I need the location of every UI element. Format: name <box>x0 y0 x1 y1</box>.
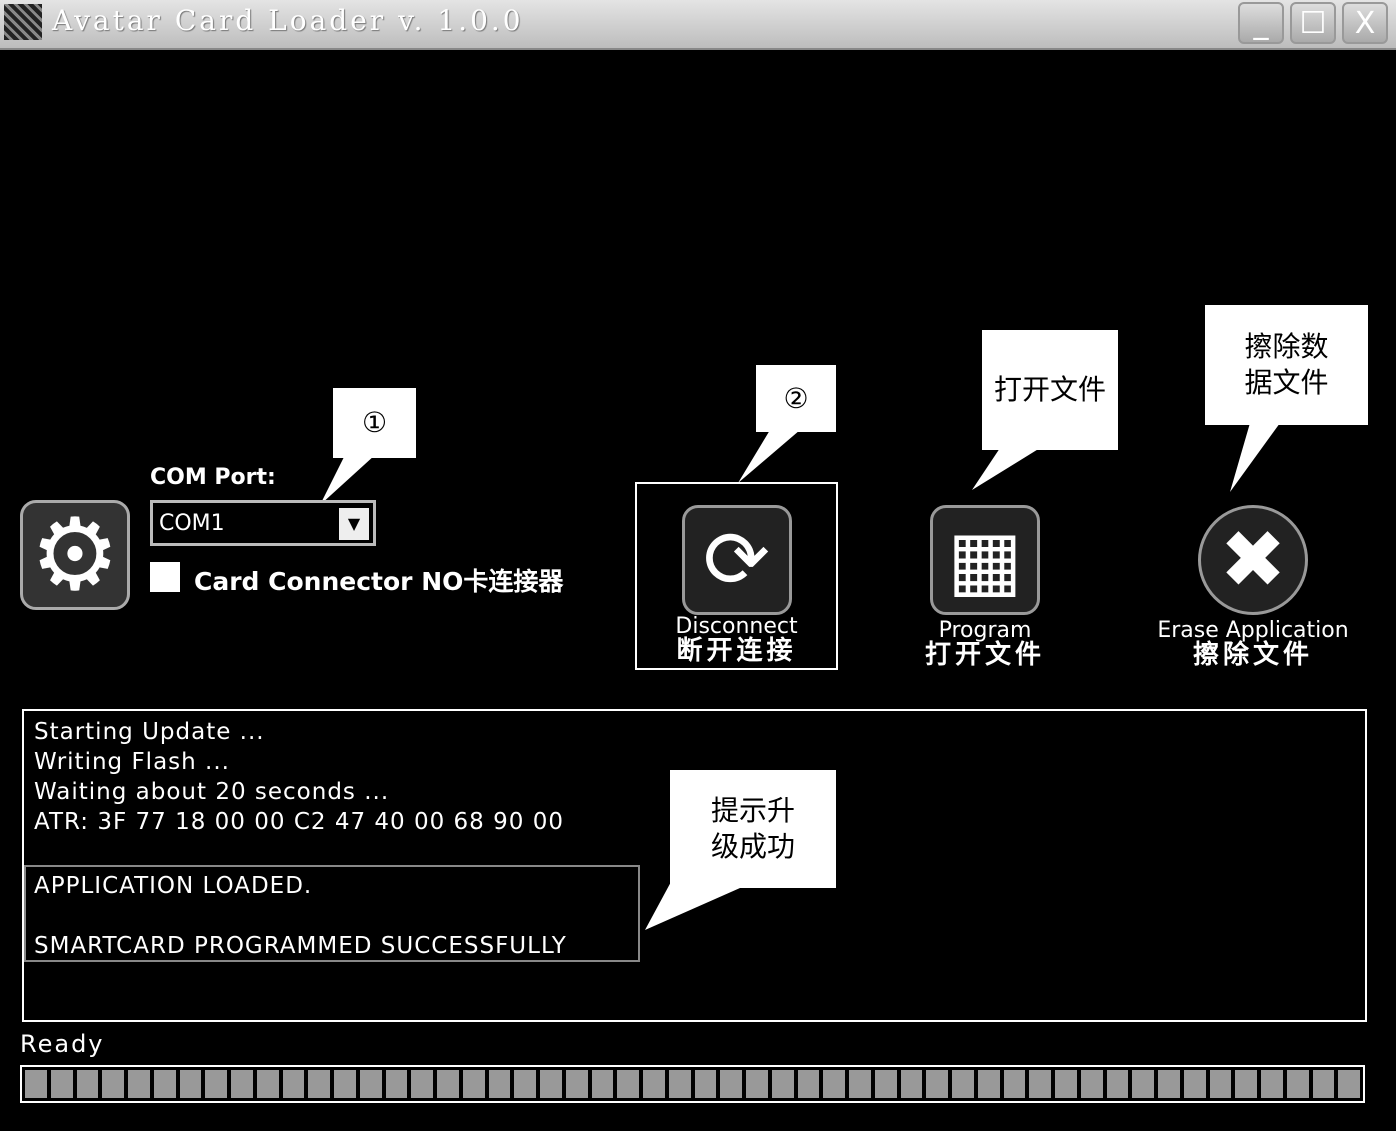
callout-2: ② <box>756 365 836 432</box>
progress-segment <box>256 1070 279 1098</box>
progress-segment <box>1286 1070 1309 1098</box>
progress-segment <box>591 1070 614 1098</box>
progress-segment <box>977 1070 1000 1098</box>
progress-segment <box>1158 1070 1180 1098</box>
progress-segment <box>359 1070 382 1098</box>
progress-segment <box>282 1070 305 1098</box>
progress-segment <box>900 1070 923 1098</box>
progress-segment <box>462 1070 485 1098</box>
disconnect-caption: Disconnect 断开连接 <box>675 614 798 666</box>
progress-segment <box>720 1070 742 1098</box>
progress-segment <box>179 1070 202 1098</box>
progress-segment <box>205 1070 227 1098</box>
com-port-select[interactable]: COM1 ▼ <box>150 500 376 546</box>
callout-1: ① <box>333 388 416 458</box>
progress-segment <box>102 1070 124 1098</box>
progress-segment <box>694 1070 717 1098</box>
progress-segment <box>643 1070 665 1098</box>
progress-segment <box>514 1070 536 1098</box>
progress-segment <box>540 1070 562 1098</box>
progress-segment <box>411 1070 433 1098</box>
progress-segment <box>231 1070 253 1098</box>
erase-application-button[interactable]: ✖ Erase Application 擦除文件 <box>1135 505 1371 670</box>
progress-segment <box>1055 1070 1077 1098</box>
progress-segment <box>128 1070 150 1098</box>
smartcard-chip-icon: ▦ <box>930 505 1040 615</box>
progress-segment <box>488 1070 511 1098</box>
progress-segment <box>771 1070 794 1098</box>
progress-segment <box>1235 1070 1257 1098</box>
progress-segment <box>668 1070 691 1098</box>
progress-segment <box>823 1070 845 1098</box>
progress-segment <box>153 1070 176 1098</box>
chevron-down-icon[interactable]: ▼ <box>339 508 369 540</box>
progress-segment <box>1029 1070 1051 1098</box>
callout-open-file: 打开文件 <box>982 330 1118 450</box>
progress-segment <box>926 1070 948 1098</box>
callout-erase-file: 擦除数据文件 <box>1205 305 1368 425</box>
progress-segment <box>1209 1070 1232 1098</box>
log-line: Starting Update ... <box>34 719 265 745</box>
card-connector-label: Card Connector NO卡连接器 <box>194 567 564 596</box>
program-button[interactable]: ▦ Program 打开文件 <box>905 505 1065 670</box>
progress-segment <box>797 1070 820 1098</box>
disconnect-button[interactable]: ⟳ Disconnect 断开连接 <box>635 482 838 670</box>
com-port-label: COM Port: <box>150 465 276 490</box>
refresh-icon: ⟳ <box>681 505 792 615</box>
progress-segment <box>1183 1070 1206 1098</box>
card-connector-checkbox[interactable] <box>150 562 180 592</box>
progress-segment <box>25 1070 47 1098</box>
gear-icon: ⚙ <box>30 496 120 613</box>
progress-segment <box>50 1070 73 1098</box>
progress-segment <box>385 1070 408 1098</box>
progress-segment <box>76 1070 99 1098</box>
program-caption: Program 打开文件 <box>924 618 1045 670</box>
progress-segment <box>334 1070 356 1098</box>
progress-segment <box>1261 1070 1283 1098</box>
progress-segment <box>849 1070 871 1098</box>
progress-segment <box>1312 1070 1335 1098</box>
result-line: SMARTCARD PROGRAMMED SUCCESSFULLY <box>34 933 567 959</box>
settings-gear-button[interactable]: ⚙ <box>20 500 130 610</box>
progress-segment <box>952 1070 974 1098</box>
callout-success: 提示升级成功 <box>670 770 836 888</box>
com-port-value: COM1 <box>159 511 225 536</box>
progress-segment <box>1338 1070 1360 1098</box>
erase-caption: Erase Application 擦除文件 <box>1157 618 1349 670</box>
progress-segment <box>617 1070 639 1098</box>
progress-segment <box>308 1070 330 1098</box>
progress-segment <box>1132 1070 1154 1098</box>
result-line: APPLICATION LOADED. <box>34 873 313 899</box>
progress-bar <box>20 1065 1365 1103</box>
erase-x-icon: ✖ <box>1198 505 1308 615</box>
progress-segment <box>437 1070 459 1098</box>
status-text: Ready <box>20 1030 105 1058</box>
progress-segment <box>1106 1070 1129 1098</box>
progress-segment <box>746 1070 768 1098</box>
result-box: APPLICATION LOADED. SMARTCARD PROGRAMMED… <box>24 865 640 962</box>
progress-segment <box>1080 1070 1103 1098</box>
progress-segment <box>874 1070 897 1098</box>
progress-segment <box>565 1070 588 1098</box>
progress-segment <box>1003 1070 1026 1098</box>
